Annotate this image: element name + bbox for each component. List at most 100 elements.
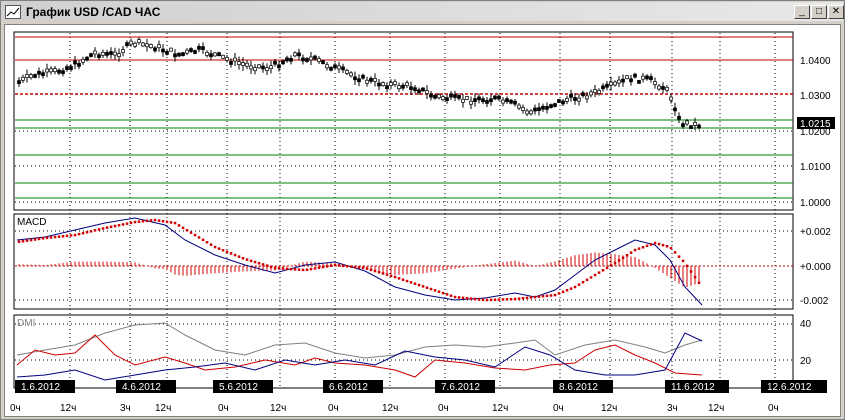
candle-body — [461, 98, 465, 103]
candle-body — [205, 52, 209, 56]
signal-dot — [261, 263, 265, 266]
signal-dot — [625, 254, 629, 257]
candle-body — [421, 87, 425, 92]
dmi-axis: 40 20 — [800, 319, 812, 367]
candle-body — [665, 86, 669, 91]
candle-body — [649, 76, 653, 80]
signal-dot — [21, 239, 25, 243]
date-label: 7.6.2012 — [441, 382, 480, 393]
candle-body — [617, 79, 621, 84]
signal-dot — [465, 297, 469, 300]
candle-body — [585, 95, 589, 100]
window-title: График USD /CAD ЧАС — [26, 4, 161, 19]
candle-body — [209, 53, 213, 58]
candle-body — [537, 107, 541, 112]
candle-body — [337, 65, 341, 70]
candle-body — [549, 104, 553, 108]
date-label: 8.6.2012 — [559, 382, 598, 393]
signal-dot — [285, 267, 289, 271]
candle-body — [289, 57, 293, 62]
signal-dot — [493, 298, 497, 301]
signal-dot — [229, 252, 233, 255]
signal-dot — [305, 268, 309, 271]
signal-dot — [273, 266, 277, 270]
signal-dot — [393, 275, 397, 279]
signal-dot — [413, 282, 417, 285]
candle-body — [513, 100, 517, 105]
candle-body — [685, 120, 689, 125]
signal-dot — [681, 259, 685, 263]
signal-dot — [173, 221, 177, 225]
candle-body — [73, 60, 77, 65]
candle-body — [197, 46, 201, 50]
signal-dot — [505, 298, 509, 301]
candle-body — [629, 78, 633, 83]
signal-dot — [177, 224, 181, 227]
close-button[interactable]: ✕ — [828, 5, 844, 19]
signal-dot — [677, 255, 681, 258]
signal-dot — [549, 294, 553, 297]
signal-dot — [609, 264, 613, 267]
signal-dot — [501, 298, 505, 301]
candle-body — [65, 66, 69, 70]
signal-dot — [105, 226, 109, 229]
title-bar[interactable]: График USD /CAD ЧАС _ □ ✕ — [2, 2, 844, 21]
hour-label: 0ч — [438, 403, 449, 414]
candle-body — [313, 55, 317, 60]
candle-body — [621, 78, 625, 83]
candle-body — [221, 54, 225, 59]
candle-body — [297, 52, 301, 57]
signal-dot — [377, 271, 381, 274]
maximize-button[interactable]: □ — [811, 5, 827, 19]
candle-body — [569, 94, 573, 98]
signal-dot — [633, 248, 637, 252]
candle-body — [281, 60, 285, 65]
candle-body — [117, 53, 121, 57]
candle-body — [353, 76, 357, 81]
candle-body — [89, 53, 93, 57]
signal-dot — [113, 224, 117, 228]
candle-body — [689, 125, 693, 130]
candle-body — [505, 98, 509, 102]
candle-body — [25, 74, 29, 78]
signal-dot — [517, 297, 521, 300]
candle-body — [85, 56, 89, 61]
signal-dot — [553, 293, 557, 297]
signal-dot — [581, 281, 585, 284]
signal-dot — [641, 246, 645, 249]
candle-body — [257, 64, 261, 69]
candle-body — [81, 58, 85, 63]
signal-dot — [197, 236, 201, 239]
candle-body — [441, 96, 445, 101]
signal-dot — [77, 232, 81, 236]
signal-dot — [429, 287, 433, 291]
candle-body — [481, 98, 485, 103]
candle-body — [469, 100, 473, 105]
signal-dot — [17, 240, 21, 244]
signal-dot — [697, 281, 701, 285]
signal-dot — [613, 261, 617, 265]
chart-area[interactable]: 1.0400 1.0300 1.0200 1.0100 1.0000 1.021… — [4, 24, 841, 417]
signal-dot — [585, 278, 589, 282]
candle-body — [161, 48, 165, 53]
candle-body — [697, 124, 701, 129]
minimize-button[interactable]: _ — [794, 5, 810, 19]
candle-body — [465, 96, 469, 100]
signal-dot — [157, 219, 161, 222]
signal-dot — [653, 241, 657, 245]
signal-dot — [29, 238, 33, 242]
signal-dot — [313, 267, 317, 270]
date-label: 4.6.2012 — [122, 382, 161, 393]
signal-dot — [125, 222, 129, 225]
chart-canvas[interactable]: 1.0400 1.0300 1.0200 1.0100 1.0000 1.021… — [5, 25, 840, 416]
signal-dot — [205, 241, 209, 244]
signal-dot — [409, 281, 413, 284]
signal-dot — [141, 220, 145, 223]
candle-body — [545, 106, 549, 110]
signal-dot — [45, 236, 49, 240]
candle-body — [325, 64, 329, 69]
signal-dot — [541, 295, 545, 298]
hour-axis: 0ч 12ч 3ч 12ч 0ч 12ч 0ч 12ч 0ч 12ч 0ч 12… — [10, 403, 779, 414]
signal-dot — [297, 268, 301, 271]
candle-body — [661, 86, 665, 90]
